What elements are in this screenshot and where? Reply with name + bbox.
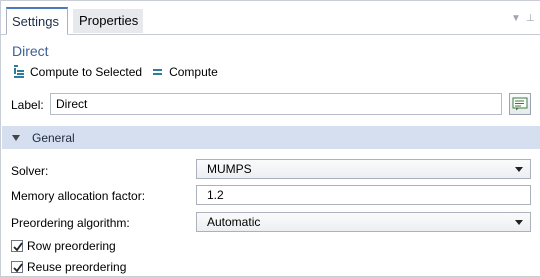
compute-icon [153, 69, 163, 75]
reuse-preordering-label: Reuse preordering [27, 260, 127, 274]
collapse-triangle-icon [12, 134, 20, 141]
node-title: Direct [12, 43, 49, 59]
section-general[interactable]: General [2, 126, 540, 149]
pin-icon[interactable]: ⊥ [526, 13, 535, 24]
solver-select[interactable]: MUMPS [196, 159, 531, 179]
reuse-preordering-checkbox-row[interactable]: Reuse preordering [11, 260, 126, 274]
label-edit-button[interactable] [509, 93, 531, 115]
preordering-value: Automatic [207, 215, 261, 229]
dropdown-arrow-icon [515, 167, 523, 172]
checkmark-icon [13, 263, 23, 273]
row-preordering-checkbox-row[interactable]: Row preordering [11, 239, 116, 253]
settings-window: Settings Properties ▼ ⊥ Direct Compute t… [0, 0, 540, 277]
label-input[interactable]: Direct [50, 93, 502, 115]
compute-to-selected-button[interactable]: Compute to Selected [13, 65, 142, 79]
memory-allocation-label: Memory allocation factor: [11, 189, 146, 203]
section-title: General [32, 130, 75, 145]
solver-label: Solver: [11, 164, 49, 178]
compute-button[interactable]: Compute [152, 65, 218, 79]
compute-label: Compute [169, 65, 218, 79]
row-preordering-label: Row preordering [27, 239, 116, 253]
memory-allocation-input[interactable]: 1.2 [196, 185, 531, 205]
preordering-label: Preordering algorithm: [11, 216, 130, 230]
dropdown-arrow-icon [515, 220, 523, 225]
compute-to-selected-icon [14, 65, 24, 78]
preordering-select[interactable]: Automatic [196, 212, 531, 232]
label-caption: Label: [11, 98, 44, 112]
toolbar: Compute to Selected Compute [13, 63, 228, 81]
row-preordering-checkbox[interactable] [11, 240, 23, 252]
solver-value: MUMPS [207, 162, 252, 176]
checkmark-icon [13, 242, 23, 252]
chevron-down-icon[interactable]: ▼ [511, 13, 521, 24]
tab-properties[interactable]: Properties [73, 9, 143, 33]
label-edit-icon [512, 97, 528, 111]
tab-bar: Settings Properties ▼ ⊥ [1, 1, 540, 35]
tab-settings[interactable]: Settings [6, 7, 68, 35]
compute-to-selected-label: Compute to Selected [30, 65, 143, 79]
reuse-preordering-checkbox[interactable] [11, 261, 23, 273]
